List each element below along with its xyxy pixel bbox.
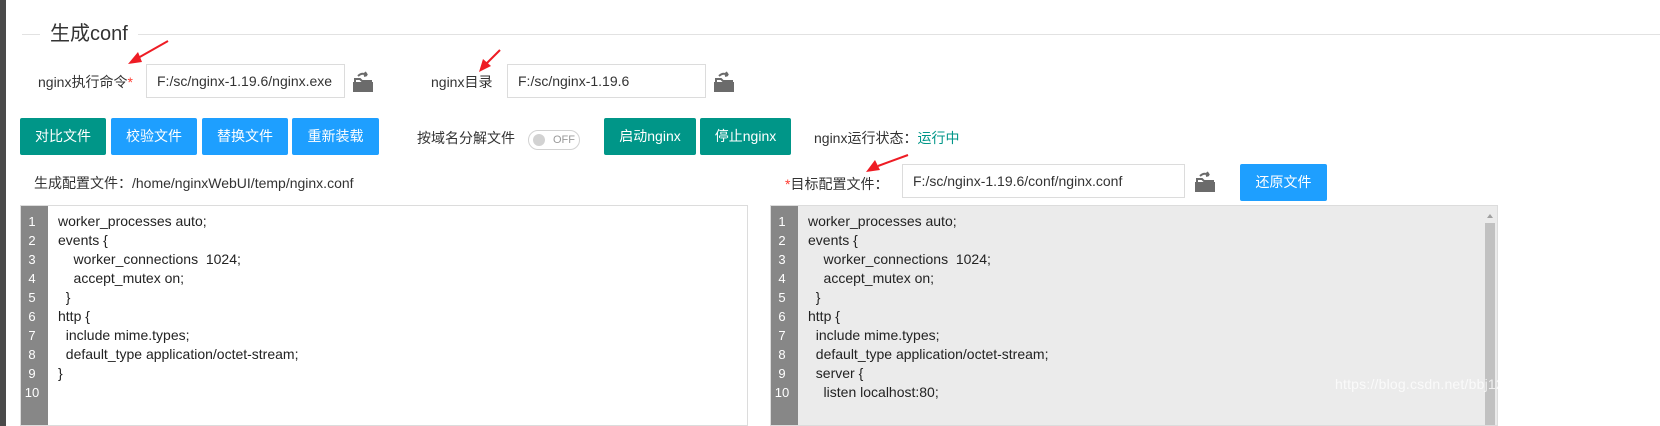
generated-config-path: 生成配置文件：/home/nginxWebUI/temp/nginx.conf	[34, 175, 354, 191]
code-line[interactable]: }	[58, 288, 71, 307]
restore-file-button[interactable]: 还原文件	[1240, 164, 1327, 201]
code-line[interactable]: default_type application/octet-stream;	[58, 345, 299, 364]
line-number: 6	[28, 309, 36, 324]
line-number: 7	[778, 328, 786, 343]
section-divider	[22, 34, 1660, 35]
line-number: 10	[774, 385, 790, 400]
code-line[interactable]: }	[808, 288, 821, 307]
code-line[interactable]: events {	[808, 231, 858, 250]
nginx-dir-input[interactable]	[507, 64, 706, 98]
folder-open-icon[interactable]	[711, 70, 737, 96]
switch-text: OFF	[553, 134, 575, 146]
code-line[interactable]: worker_processes auto;	[58, 212, 207, 231]
code-line[interactable]: worker_connections 1024;	[58, 250, 241, 269]
code-line[interactable]: http {	[808, 307, 840, 326]
nginx-exe-input[interactable]	[146, 64, 345, 98]
nginx-status-value: 运行中	[917, 130, 960, 146]
reload-button[interactable]: 重新装载	[292, 118, 379, 155]
line-number: 10	[24, 385, 40, 400]
nginx-status: nginx运行状态：运行中	[814, 128, 959, 148]
compare-file-button[interactable]: 对比文件	[20, 118, 106, 155]
line-number: 9	[778, 366, 786, 381]
generated-config-editor[interactable]: 1 worker_processes auto; 2 events { 3 worker…	[20, 205, 748, 426]
target-config-editor[interactable]: 1 worker_processes auto; 2 events { 3 worker…	[770, 205, 1498, 426]
scroll-up-icon[interactable]	[1485, 208, 1495, 220]
code-line[interactable]: events {	[58, 231, 108, 250]
line-number: 2	[28, 233, 36, 248]
red-arrow-annotation	[479, 49, 501, 72]
line-number: 3	[28, 252, 36, 267]
target-config-input[interactable]	[902, 164, 1185, 198]
line-number: 4	[28, 271, 36, 286]
code-line[interactable]: worker_processes auto;	[808, 212, 957, 231]
verify-file-button[interactable]: 校验文件	[111, 118, 197, 155]
code-line[interactable]: }	[58, 364, 63, 383]
code-line[interactable]: include mime.types;	[58, 326, 190, 345]
switch-knob	[533, 134, 545, 146]
line-number: 5	[778, 290, 786, 305]
replace-file-button[interactable]: 替换文件	[202, 118, 288, 155]
line-number: 6	[778, 309, 786, 324]
target-config-label: *目标配置文件：	[785, 176, 889, 192]
line-number: 4	[778, 271, 786, 286]
line-number: 9	[28, 366, 36, 381]
code-line[interactable]: listen localhost:80;	[808, 383, 939, 402]
code-line[interactable]: default_type application/octet-stream;	[808, 345, 1049, 364]
nginx-status-label: nginx运行状态：	[814, 130, 918, 146]
folder-open-icon[interactable]	[1192, 170, 1218, 196]
code-line[interactable]: server {	[808, 364, 863, 383]
line-number: 3	[778, 252, 786, 267]
line-number: 1	[778, 214, 786, 229]
left-edge-bar	[0, 0, 6, 426]
code-line[interactable]: accept_mutex on;	[58, 269, 185, 288]
line-number: 7	[28, 328, 36, 343]
line-number: 2	[778, 233, 786, 248]
start-nginx-button[interactable]: 启动nginx	[604, 118, 696, 155]
red-arrow-annotation	[128, 40, 169, 64]
watermark: https://blog.csdn.net/bbj12345678	[1335, 376, 1552, 392]
editor-scrollbar[interactable]	[1485, 223, 1495, 425]
code-line[interactable]: accept_mutex on;	[808, 269, 935, 288]
line-number: 8	[28, 347, 36, 362]
code-line[interactable]: worker_connections 1024;	[808, 250, 991, 269]
red-arrow-annotation	[866, 154, 909, 172]
code-line[interactable]: http {	[58, 307, 90, 326]
line-number: 5	[28, 290, 36, 305]
split-by-domain-switch[interactable]: OFF	[528, 130, 580, 150]
line-number: 1	[28, 214, 36, 229]
code-line[interactable]: include mime.types;	[808, 326, 940, 345]
split-by-domain-label: 按域名分解文件	[417, 130, 515, 146]
stop-nginx-button[interactable]: 停止nginx	[700, 118, 791, 155]
folder-open-icon[interactable]	[350, 70, 376, 96]
nginx-exe-label: nginx执行命令*	[38, 74, 133, 90]
line-number: 8	[778, 347, 786, 362]
